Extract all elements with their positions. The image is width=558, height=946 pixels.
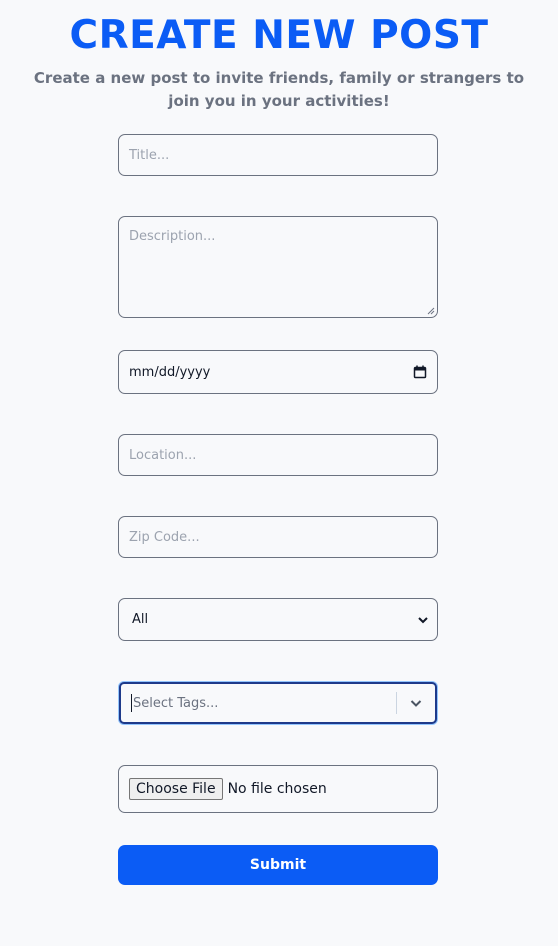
choose-file-button[interactable]: Choose File [129, 778, 223, 800]
file-input[interactable]: Choose File No file chosen [118, 765, 438, 813]
title-input[interactable]: Title... [118, 134, 438, 176]
zip-code-placeholder: Zip Code... [129, 529, 200, 545]
tags-select[interactable]: Select Tags... [119, 682, 437, 724]
text-cursor [131, 694, 132, 712]
tags-placeholder: Select Tags... [133, 695, 219, 711]
chevron-down-icon [418, 616, 428, 623]
chevron-down-icon [410, 700, 422, 707]
page-title: CREATE NEW POST [69, 13, 489, 58]
description-placeholder: Description... [129, 229, 216, 244]
date-value: mm/dd/yyyy [129, 364, 211, 380]
description-textarea[interactable]: Description... [118, 216, 438, 318]
zip-code-input[interactable]: Zip Code... [118, 516, 438, 558]
category-selected-value: All [132, 612, 149, 627]
page-subtitle: Create a new post to invite friends, fam… [33, 69, 525, 110]
tags-dropdown-indicator[interactable] [397, 684, 435, 722]
calendar-icon[interactable] [413, 365, 427, 379]
category-select[interactable]: All [118, 598, 438, 641]
date-input[interactable]: mm/dd/yyyy [118, 350, 438, 394]
resize-grip-icon[interactable] [427, 307, 435, 315]
location-placeholder: Location... [129, 447, 197, 463]
title-placeholder: Title... [129, 147, 170, 163]
location-input[interactable]: Location... [118, 434, 438, 476]
file-status: No file chosen [227, 781, 327, 797]
submit-button[interactable]: Submit [118, 845, 438, 885]
